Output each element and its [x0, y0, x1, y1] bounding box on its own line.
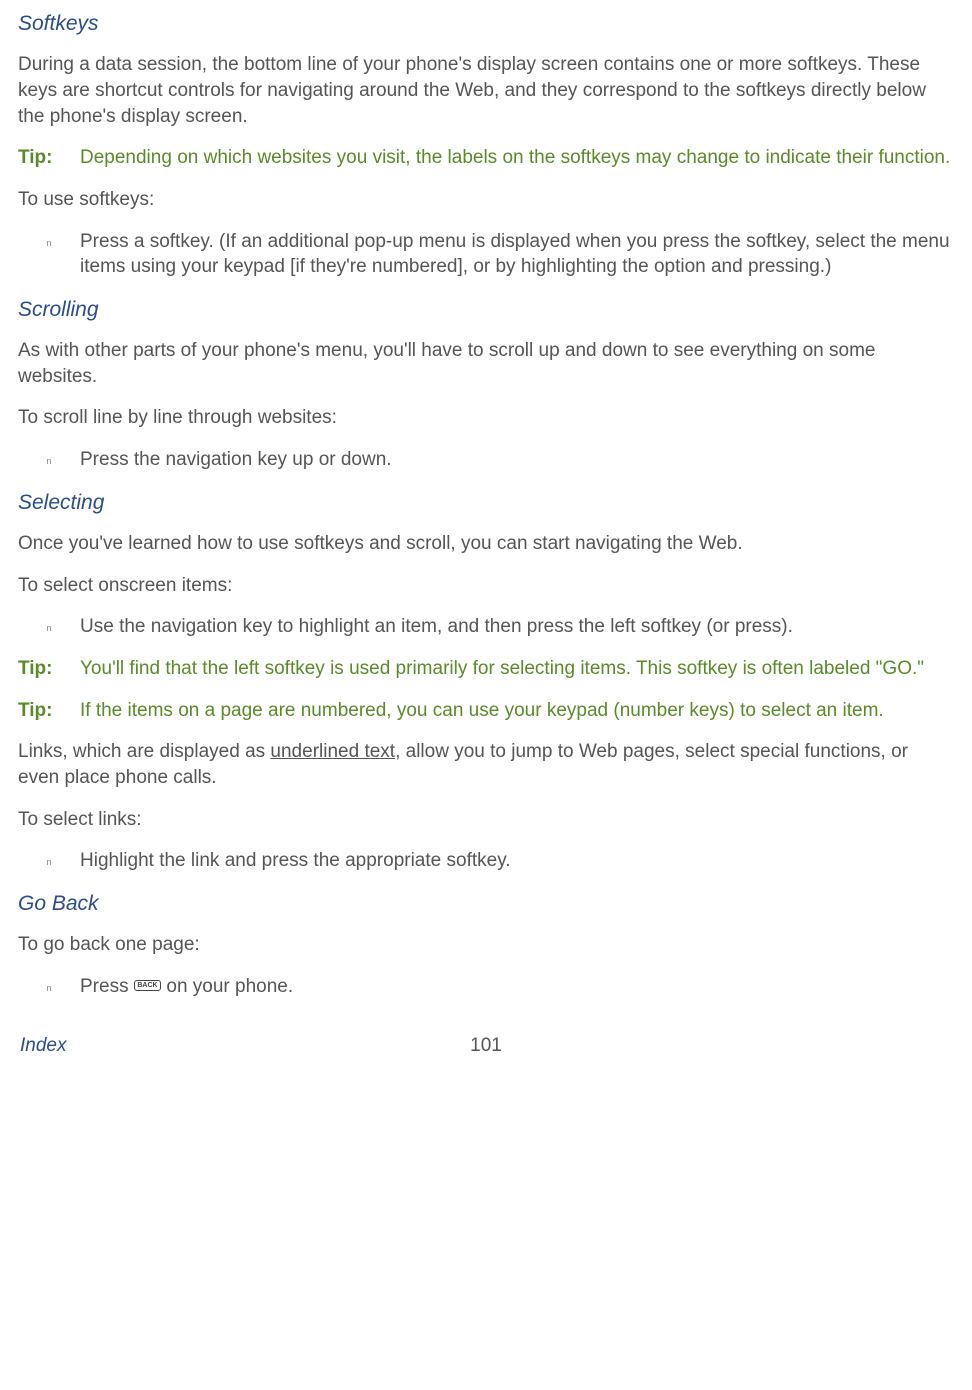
- list-item-text: Press a softkey. (If an additional pop-u…: [80, 229, 954, 280]
- softkeys-list: n Press a softkey. (If an additional pop…: [18, 229, 954, 280]
- tip-text: You'll find that the left softkey is use…: [80, 656, 954, 682]
- tip-selecting-1: Tip: You'll find that the left softkey i…: [18, 656, 954, 682]
- tip-label: Tip:: [18, 145, 80, 171]
- goback-intro: To go back one page:: [18, 932, 954, 958]
- bullet-icon: n: [18, 229, 80, 280]
- tip-text: If the items on a page are numbered, you…: [80, 698, 954, 724]
- heading-softkeys: Softkeys: [18, 10, 954, 38]
- selecting-para: Once you've learned how to use softkeys …: [18, 531, 954, 557]
- tip-label: Tip:: [18, 656, 80, 682]
- links-underlined: underlined text: [270, 741, 395, 762]
- goback-list: n Press BACK on your phone.: [18, 974, 954, 1000]
- tip-selecting-2: Tip: If the items on a page are numbered…: [18, 698, 954, 724]
- selecting-list: n Use the navigation key to highlight an…: [18, 614, 954, 640]
- scrolling-para: As with other parts of your phone's menu…: [18, 338, 954, 389]
- softkeys-intro: To use softkeys:: [18, 187, 954, 213]
- footer-page-number: 101: [470, 1033, 502, 1059]
- list-item: n Use the navigation key to highlight an…: [18, 614, 954, 640]
- heading-scrolling: Scrolling: [18, 296, 954, 324]
- list-item-text: Use the navigation key to highlight an i…: [80, 614, 954, 640]
- links-pre: Links, which are displayed as: [18, 741, 270, 762]
- bullet-icon: n: [18, 974, 80, 1000]
- tip-softkeys: Tip: Depending on which websites you vis…: [18, 145, 954, 171]
- heading-goback: Go Back: [18, 890, 954, 918]
- back-key-icon: BACK: [134, 980, 161, 991]
- scrolling-intro: To scroll line by line through websites:: [18, 405, 954, 431]
- selecting-list2: n Highlight the link and press the appro…: [18, 848, 954, 874]
- tip-text: Depending on which websites you visit, t…: [80, 145, 954, 171]
- heading-selecting: Selecting: [18, 489, 954, 517]
- list-item: n Press BACK on your phone.: [18, 974, 954, 1000]
- selecting-intro: To select onscreen items:: [18, 573, 954, 599]
- list-item: n Press a softkey. (If an additional pop…: [18, 229, 954, 280]
- list-item-text: Press the navigation key up or down.: [80, 447, 954, 473]
- list-item-text: Highlight the link and press the appropr…: [80, 848, 954, 874]
- goback-post: on your phone.: [161, 976, 293, 997]
- bullet-icon: n: [18, 447, 80, 473]
- list-item-text: Press BACK on your phone.: [80, 974, 954, 1000]
- bullet-icon: n: [18, 848, 80, 874]
- footer-index: Index: [20, 1033, 66, 1059]
- softkeys-para: During a data session, the bottom line o…: [18, 52, 954, 129]
- list-item: n Press the navigation key up or down.: [18, 447, 954, 473]
- links-para: Links, which are displayed as underlined…: [18, 739, 954, 790]
- tip-label: Tip:: [18, 698, 80, 724]
- scrolling-list: n Press the navigation key up or down.: [18, 447, 954, 473]
- goback-pre: Press: [80, 976, 134, 997]
- page-footer: Index 101: [18, 1033, 954, 1059]
- bullet-icon: n: [18, 614, 80, 640]
- list-item: n Highlight the link and press the appro…: [18, 848, 954, 874]
- selecting-intro2: To select links:: [18, 807, 954, 833]
